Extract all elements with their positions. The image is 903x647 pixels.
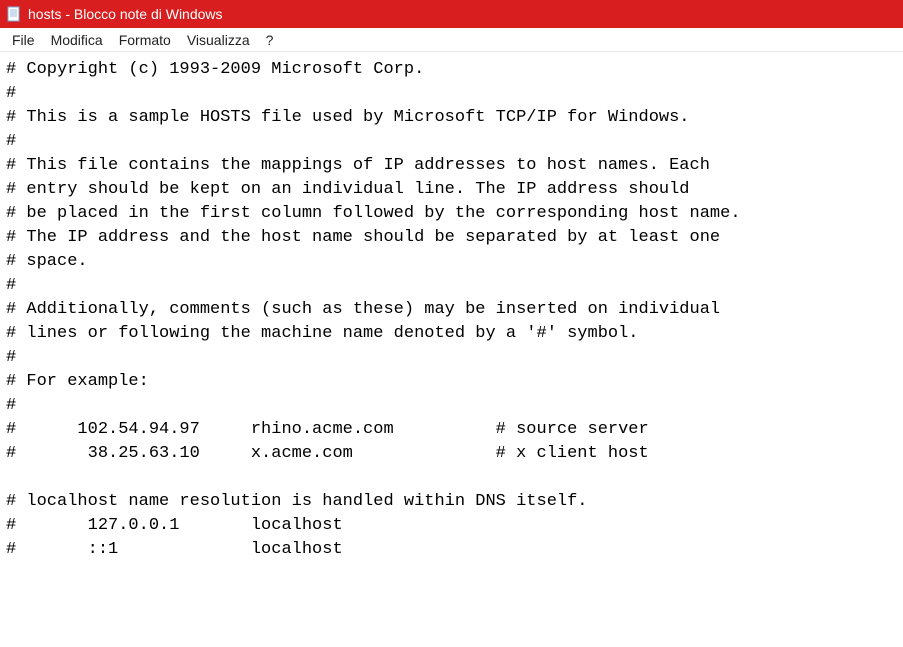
text-editor[interactable]: # Copyright (c) 1993-2009 Microsoft Corp… (0, 52, 903, 647)
notepad-icon (6, 6, 22, 22)
menubar: File Modifica Formato Visualizza ? (0, 28, 903, 52)
menu-file[interactable]: File (4, 30, 43, 50)
menu-view[interactable]: Visualizza (179, 30, 258, 50)
menu-edit[interactable]: Modifica (43, 30, 111, 50)
window-title: hosts - Blocco note di Windows (28, 6, 223, 22)
menu-help[interactable]: ? (258, 30, 282, 50)
menu-format[interactable]: Formato (111, 30, 179, 50)
titlebar: hosts - Blocco note di Windows (0, 0, 903, 28)
